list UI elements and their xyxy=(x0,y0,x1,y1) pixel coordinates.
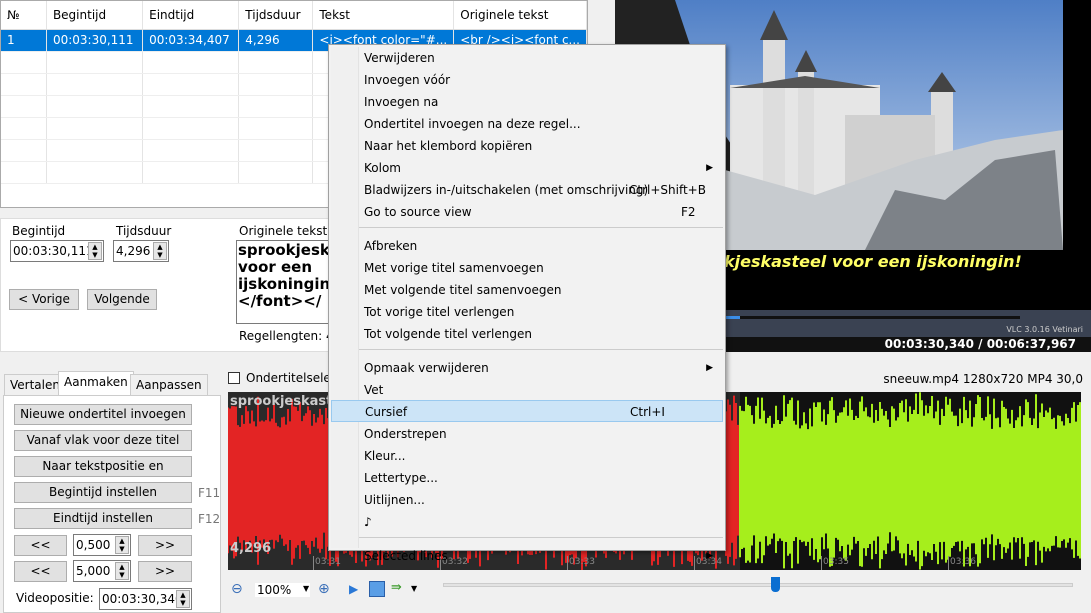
menu-shortcut: Ctrl+I xyxy=(630,405,665,419)
col-text[interactable]: Tekst xyxy=(312,1,455,30)
menu-item-tot-vorige-titel-verlengen[interactable]: Tot vorige titel verlengen xyxy=(331,301,723,323)
col-original[interactable]: Originele tekst xyxy=(453,1,587,30)
spin-arrows-icon[interactable]: ▲ ▼ xyxy=(88,242,102,260)
menu-item-invoegen-v-r[interactable]: Invoegen vóór xyxy=(331,69,723,91)
menu-item-opmaak-verwijderen[interactable]: Opmaak verwijderen ▶ xyxy=(331,357,723,379)
spin-arrows-icon[interactable]: ▲ ▼ xyxy=(115,536,129,554)
menu-shortcut: F2 xyxy=(681,205,696,219)
tab-vertalen[interactable]: Vertalen xyxy=(4,374,66,396)
back-large-button[interactable]: << xyxy=(14,561,67,582)
menu-separator xyxy=(359,227,723,228)
zoom-out-icon[interactable]: ⊖ xyxy=(231,581,243,597)
menu-item-afbreken[interactable]: Afbreken xyxy=(331,235,723,257)
menu-item-go-to-source-view[interactable]: Go to source view F2 xyxy=(331,201,723,223)
f11-hint: F11 xyxy=(198,486,221,500)
submenu-arrow-icon: ▶ xyxy=(706,163,713,173)
menu-item-uitlijnen[interactable]: Uitlijnen... xyxy=(331,489,723,511)
video-position-label: Videopositie: xyxy=(16,591,94,605)
submenu-arrow-icon: ▶ xyxy=(706,551,713,561)
menu-item-cursief[interactable]: Cursief Ctrl+I xyxy=(331,400,723,422)
menu-item-bladwijzers-in-uitschakelen-met-omschrijving[interactable]: Bladwijzers in-/uitschakelen (met omschr… xyxy=(331,179,723,201)
col-start[interactable]: Begintijd xyxy=(46,1,144,30)
menu-item-verwijderen[interactable]: Verwijderen xyxy=(331,47,723,69)
col-number[interactable]: № xyxy=(1,1,47,30)
menu-item-invoegen-na[interactable]: Invoegen na xyxy=(331,91,723,113)
context-menu: Verwijderen Invoegen vóór Invoegen na Onder… xyxy=(328,44,726,563)
start-time-input[interactable]: 00:03:30,111 ▲ ▼ xyxy=(10,240,104,262)
menu-separator xyxy=(359,349,723,350)
tick-mark xyxy=(821,556,822,570)
tick-label: 03:36 xyxy=(950,557,976,567)
subtitle-overlay: ookjeskasteel voor een ijskoningin! xyxy=(702,252,1022,271)
cell-duration: 4,296 xyxy=(238,29,314,52)
menu-item-tot-volgende-titel-verlengen[interactable]: Tot volgende titel verlengen xyxy=(331,323,723,345)
video-position-input[interactable]: 00:03:30,340 ▲ ▼ xyxy=(99,588,192,610)
zoom-in-icon[interactable]: ⊕ xyxy=(318,581,330,597)
duration-label: Tijdsduur xyxy=(116,224,172,238)
spin-arrows-icon[interactable]: ▲ ▼ xyxy=(176,590,190,608)
tick-label: 03:35 xyxy=(823,557,849,567)
col-duration[interactable]: Tijdsduur xyxy=(238,1,314,30)
back-small-button[interactable]: << xyxy=(14,535,67,556)
submenu-arrow-icon: ▶ xyxy=(706,363,713,373)
menu-item-vet[interactable]: Vet xyxy=(331,379,723,401)
subtitle-selection-checkbox[interactable] xyxy=(228,372,240,384)
insert-subtitle-button[interactable]: Nieuwe ondertitel invoegen xyxy=(14,404,192,425)
menu-item-lettertype[interactable]: Lettertype... xyxy=(331,467,723,489)
col-end[interactable]: Eindtijd xyxy=(142,1,240,30)
start-label: Begintijd xyxy=(12,224,66,238)
spin-arrows-icon[interactable]: ▲ ▼ xyxy=(153,242,167,260)
tab-aanmaken[interactable]: Aanmaken xyxy=(58,371,134,396)
from-before-button[interactable]: Vanaf vlak voor deze titel xyxy=(14,430,192,451)
menu-item-[interactable]: ♪ xyxy=(331,511,723,533)
line-lengths: Regellengten: 42 xyxy=(239,329,329,343)
menu-item-met-vorige-titel-samenvoegen[interactable]: Met vorige titel samenvoegen xyxy=(331,257,723,279)
grid-icon[interactable] xyxy=(369,581,385,597)
original-text-label: Originele tekst (e xyxy=(239,224,329,238)
duration-input[interactable]: 4,296 ▲ ▼ xyxy=(113,240,169,262)
slider-thumb[interactable] xyxy=(771,577,780,592)
chevron-down-icon: ▼ xyxy=(303,584,310,593)
menu-separator xyxy=(359,537,723,538)
position-slider[interactable] xyxy=(443,583,1073,587)
previous-button[interactable]: < Vorige xyxy=(9,289,79,310)
tab-aanpassen[interactable]: Aanpassen xyxy=(130,374,208,396)
menu-shortcut: Ctrl+Shift+B xyxy=(629,183,706,197)
tick-mark xyxy=(313,556,314,570)
forward-large-button[interactable]: >> xyxy=(138,561,192,582)
waveform-duration: 4,296 xyxy=(230,541,272,556)
f12-hint: F12 xyxy=(198,512,221,526)
forward-small-button[interactable]: >> xyxy=(138,535,192,556)
cell-start: 00:03:30,111 xyxy=(46,29,144,52)
set-end-button[interactable]: Eindtijd instellen xyxy=(14,508,192,529)
menu-item-onderstrepen[interactable]: Onderstrepen xyxy=(331,423,723,445)
forward-arrows-icon[interactable]: ⇛ xyxy=(391,580,402,595)
original-text-box[interactable]: sprookjesk voor een ijskoningin </font></ xyxy=(236,240,336,324)
step-small-input[interactable]: 0,500 ▲ ▼ xyxy=(73,534,131,556)
goto-text-pause-button[interactable]: Naar tekstpositie en pauzeren xyxy=(14,456,192,492)
cell-number: 1 xyxy=(1,29,47,52)
step-large-input[interactable]: 5,000 ▲ ▼ xyxy=(73,560,131,582)
waveform-other xyxy=(739,392,1081,570)
cell-end: 00:03:34,407 xyxy=(142,29,240,52)
menu-item-ondertitel-invoegen-na-deze-regel[interactable]: Ondertitel invoegen na deze regel... xyxy=(331,113,723,135)
video-time: 00:03:30,340 / 00:06:37,967 xyxy=(884,337,1076,351)
menu-item-kolom[interactable]: Kolom ▶ xyxy=(331,157,723,179)
zoom-select[interactable]: 100% xyxy=(255,583,310,597)
vlc-version: VLC 3.0.16 Vetinari xyxy=(1006,325,1083,334)
file-info: sneeuw.mp4 1280x720 MP4 30,0 xyxy=(883,372,1083,386)
grid-header: № Begintijd Eindtijd Tijdsduur Tekst Ori… xyxy=(1,1,587,30)
menu-item-naar-het-klembord-kopi-ren[interactable]: Naar het klembord kopiëren xyxy=(331,135,723,157)
spin-arrows-icon[interactable]: ▲ ▼ xyxy=(115,562,129,580)
menu-item-kleur[interactable]: Kleur... xyxy=(331,445,723,467)
tick-mark xyxy=(948,556,949,570)
chevron-down-icon[interactable]: ▼ xyxy=(411,584,417,593)
play-icon[interactable]: ▶ xyxy=(349,582,358,596)
menu-item-selected-lines[interactable]: Selected lines ▶ xyxy=(331,545,723,567)
next-button[interactable]: Volgende xyxy=(87,289,157,310)
menu-item-met-volgende-titel-samenvoegen[interactable]: Met volgende titel samenvoegen xyxy=(331,279,723,301)
set-start-button[interactable]: Begintijd instellen xyxy=(14,482,192,503)
